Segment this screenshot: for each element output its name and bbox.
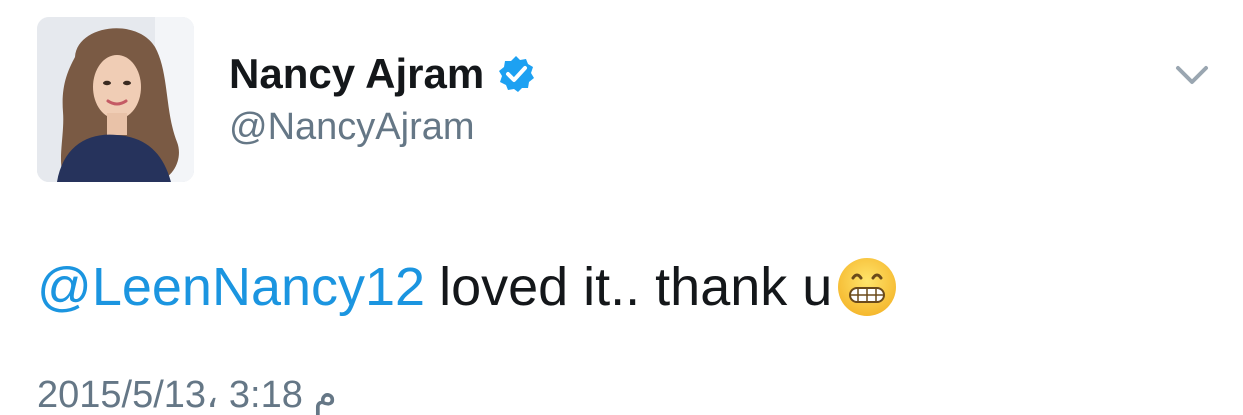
tweet-timestamp[interactable]: م 3:18 ،2015/5/13 <box>37 372 337 415</box>
tweet-body: loved it.. thank u <box>439 257 833 317</box>
chevron-down-icon[interactable] <box>1172 60 1212 90</box>
mention-link[interactable]: @LeenNancy12 <box>37 252 425 322</box>
tweet-card: Nancy Ajram @NancyAjram @LeenNancy12 lov… <box>0 0 1243 415</box>
author-handle[interactable]: @NancyAjram <box>229 104 475 150</box>
author-display-name[interactable]: Nancy Ajram <box>229 48 484 100</box>
tweet-text: @LeenNancy12 loved it.. thank u <box>37 252 898 322</box>
author-name[interactable]: Nancy Ajram <box>229 48 536 100</box>
verified-badge-icon <box>496 54 536 94</box>
grinning-face-emoji-icon <box>836 256 898 318</box>
avatar[interactable] <box>37 17 194 182</box>
